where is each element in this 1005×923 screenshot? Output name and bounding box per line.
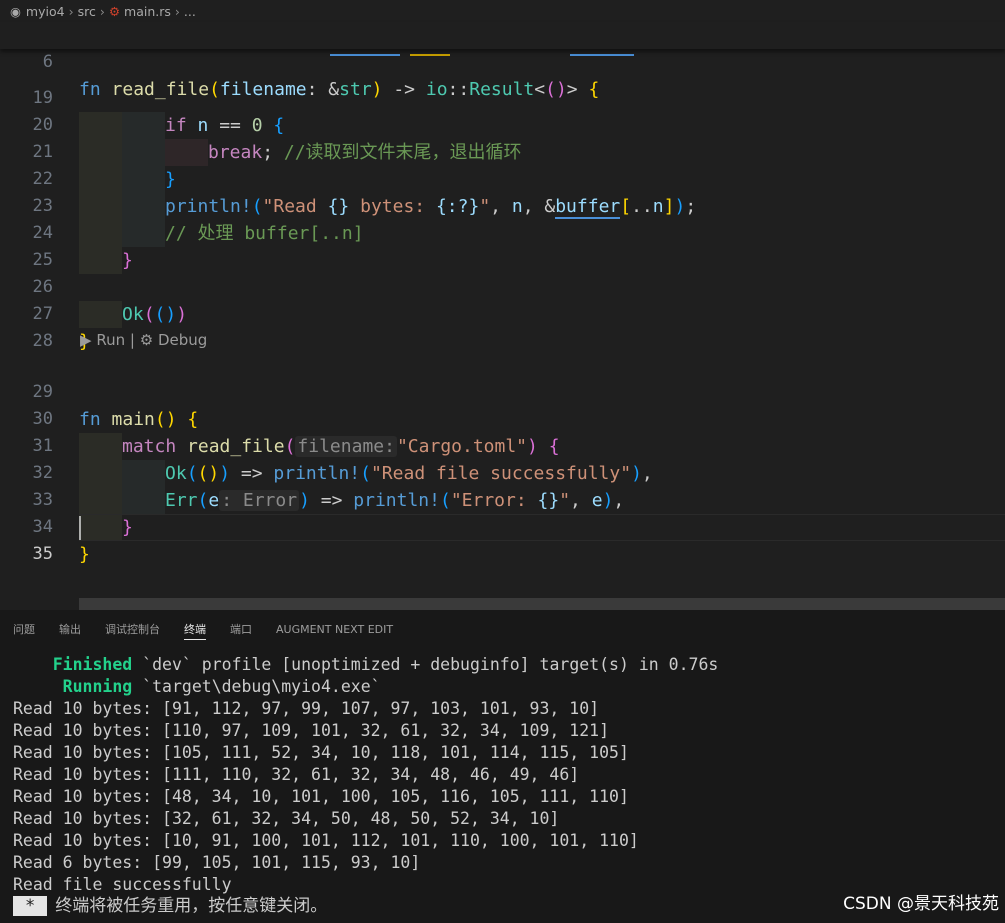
terminal-line: Read 6 bytes: [99, 105, 101, 115, 93, 10… [13, 853, 421, 872]
play-icon: ▶ [80, 331, 92, 349]
breadcrumb-project[interactable]: myio4 [26, 4, 65, 19]
code-line[interactable]: 34 } [0, 487, 1005, 565]
breadcrumb: ◉ myio4 › src › ⚙ main.rs › ... [0, 0, 1005, 22]
line-number: 28 [32, 331, 53, 351]
code-line[interactable]: 35 [0, 514, 1005, 564]
terminal-line: Read 10 bytes: [48, 34, 10, 101, 100, 10… [13, 787, 629, 806]
terminal-output[interactable]: Finished `dev` profile [unoptimized + de… [13, 654, 718, 896]
code-line[interactable]: 32 Err(e: Error) => println!("Error: {}"… [0, 433, 1005, 514]
chevron-right-icon: › [99, 3, 105, 19]
terminal-line: Read 10 bytes: [91, 112, 97, 99, 107, 97… [13, 699, 600, 718]
code-line[interactable]: 21 } [0, 112, 1005, 193]
chevron-right-icon: › [174, 3, 180, 19]
line-number: 35 [32, 544, 53, 564]
tab-debug-console[interactable]: 调试控制台 [105, 621, 160, 639]
terminal-reuse-message: * 终端将被任务重用，按任意键关闭。 [13, 894, 327, 918]
rust-file-icon: ⚙ [108, 3, 121, 19]
debug-codelens[interactable]: ⚙ Debug [140, 331, 208, 349]
code-line[interactable]: 30 match read_file(filename: "Cargo.toml"… [0, 379, 1005, 460]
code-line[interactable]: 31 Ok(()) => println!("Read file success… [0, 406, 1005, 487]
run-codelens[interactable]: ▶ Run [80, 331, 125, 349]
code-line[interactable]: 22 println!("Read {} bytes: {:?}", n, &b… [0, 139, 1005, 220]
terminal-line: Read 10 bytes: [110, 97, 109, 101, 32, 6… [13, 721, 610, 740]
panel-tabs: 问题 输出 调试控制台 终端 端口 AUGMENT NEXT EDIT [0, 610, 1005, 646]
terminal-line: Read 10 bytes: [105, 111, 52, 34, 10, 11… [13, 743, 629, 762]
line-number: 6 [42, 52, 53, 72]
code-line[interactable]: 27 } [0, 274, 1005, 352]
code-line[interactable]: 24 } [0, 193, 1005, 274]
terminal-line: Read 10 bytes: [32, 61, 32, 34, 50, 48, … [13, 809, 560, 828]
tab-augment-next-edit[interactable]: AUGMENT NEXT EDIT [276, 621, 393, 639]
reference-underline [410, 54, 450, 56]
gear-icon: ⚙ [139, 331, 154, 349]
terminal-line: Running `target\debug\myio4.exe` [62, 677, 381, 696]
terminal-line: Read 10 bytes: [111, 110, 32, 61, 32, 34… [13, 765, 580, 784]
terminal-line: Finished `dev` profile [unoptimized + de… [52, 655, 719, 674]
horizontal-scrollbar[interactable] [79, 598, 1005, 610]
code-line[interactable]: 33 } [0, 460, 1005, 541]
breadcrumb-folder[interactable]: src [78, 4, 96, 19]
codelens: ▶ Run | ⚙ Debug [80, 329, 207, 351]
tab-terminal[interactable]: 终端 [184, 621, 206, 640]
text-cursor [79, 516, 81, 540]
bottom-panel: 问题 输出 调试控制台 终端 端口 AUGMENT NEXT EDIT Fini… [0, 610, 1005, 923]
tab-ports[interactable]: 端口 [230, 621, 252, 639]
closing-message: 终端将被任务重用，按任意键关闭。 [55, 896, 328, 916]
reference-underline [570, 54, 634, 56]
codelens-separator: | [129, 331, 135, 349]
breadcrumb-more[interactable]: ... [184, 4, 196, 19]
code-line[interactable]: 28 [0, 301, 1005, 351]
breadcrumb-file[interactable]: main.rs [124, 4, 171, 19]
terminal-line: Read 10 bytes: [10, 91, 100, 101, 112, 1… [13, 831, 639, 850]
tab-problems[interactable]: 问题 [13, 621, 35, 639]
code-line[interactable]: 25 [0, 220, 1005, 270]
watermark: CSDN @景天科技苑 [843, 894, 999, 914]
sticky-scroll-header[interactable]: 6 fn read_file(filename: &str) -> io::Re… [0, 22, 1005, 100]
chevron-right-icon: › [68, 3, 74, 19]
code-line[interactable]: 26 Ok(()) [0, 247, 1005, 328]
reference-underline [330, 54, 400, 56]
terminal-line: Read file successfully [13, 875, 232, 894]
sticky-code-line: fn read_file(filename: &str) -> io::Resu… [79, 79, 600, 100]
tab-output[interactable]: 输出 [59, 621, 81, 639]
star-badge: * [13, 896, 48, 916]
folder-icon: ◉ [10, 3, 21, 19]
code-line[interactable]: 23 // 处理 buffer[..n] [0, 166, 1005, 247]
code-text: } [79, 544, 90, 565]
code-line[interactable]: 29 fn main() { [0, 352, 1005, 430]
